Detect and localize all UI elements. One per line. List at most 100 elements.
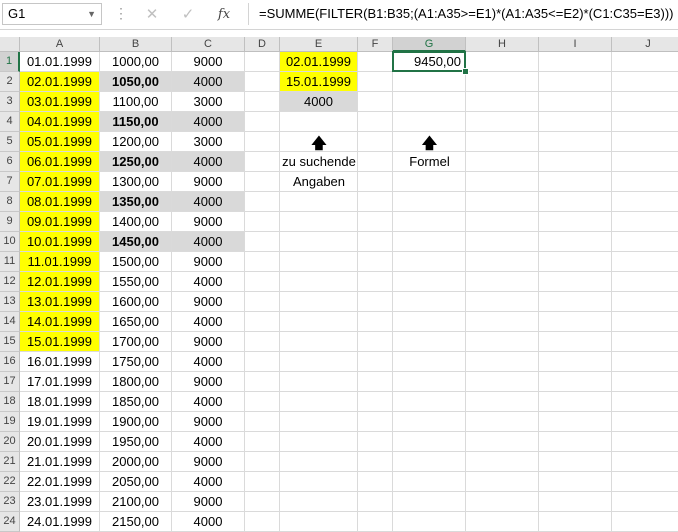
empty-cell[interactable] [466,92,539,112]
empty-cell[interactable] [358,432,393,452]
amount-cell[interactable]: 1900,00 [100,412,172,432]
row-header[interactable]: 14 [0,312,20,332]
empty-cell[interactable] [539,372,612,392]
date-cell[interactable]: 02.01.1999 [20,72,100,92]
row-header[interactable]: 16 [0,352,20,372]
empty-cell[interactable] [245,332,280,352]
empty-cell[interactable] [466,252,539,272]
empty-cell[interactable] [358,252,393,272]
empty-cell[interactable] [612,272,678,292]
empty-cell[interactable] [466,112,539,132]
empty-cell[interactable] [539,332,612,352]
empty-cell[interactable] [245,252,280,272]
empty-cell[interactable] [393,192,466,212]
enter-icon[interactable]: ✓ [176,5,200,25]
empty-cell[interactable] [358,512,393,532]
code-cell[interactable]: 4000 [172,192,245,212]
empty-cell[interactable] [245,52,280,72]
empty-cell[interactable] [280,332,358,352]
empty-cell[interactable] [358,112,393,132]
empty-cell[interactable] [612,492,678,512]
empty-cell[interactable] [358,272,393,292]
empty-cell[interactable] [612,172,678,192]
fill-handle[interactable] [462,68,469,75]
empty-cell[interactable] [245,352,280,372]
column-header-d[interactable]: D [245,37,280,52]
empty-cell[interactable] [358,132,393,152]
code-cell[interactable]: 4000 [172,432,245,452]
empty-cell[interactable] [280,392,358,412]
amount-cell[interactable]: 1050,00 [100,72,172,92]
amount-cell[interactable]: 2150,00 [100,512,172,532]
row-header[interactable]: 4 [0,112,20,132]
empty-cell[interactable] [280,492,358,512]
empty-cell[interactable] [612,92,678,112]
empty-cell[interactable] [393,252,466,272]
empty-cell[interactable] [358,172,393,192]
empty-cell[interactable] [280,452,358,472]
row-header[interactable]: 3 [0,92,20,112]
amount-cell[interactable]: 1400,00 [100,212,172,232]
empty-cell[interactable] [393,352,466,372]
empty-cell[interactable] [539,392,612,412]
empty-cell[interactable] [539,52,612,72]
row-header[interactable]: 8 [0,192,20,212]
code-cell[interactable]: 3000 [172,132,245,152]
empty-cell[interactable] [393,372,466,392]
empty-cell[interactable] [539,172,612,192]
empty-cell[interactable] [245,212,280,232]
empty-cell[interactable] [393,212,466,232]
empty-cell[interactable] [612,112,678,132]
empty-cell[interactable] [466,272,539,292]
amount-cell[interactable]: 1450,00 [100,232,172,252]
amount-cell[interactable]: 1600,00 [100,292,172,312]
date-cell[interactable]: 21.01.1999 [20,452,100,472]
empty-cell[interactable] [358,332,393,352]
row-header[interactable]: 21 [0,452,20,472]
empty-cell[interactable] [358,192,393,212]
cancel-icon[interactable]: ✕ [140,5,164,25]
empty-cell[interactable] [245,132,280,152]
column-header-f[interactable]: F [358,37,393,52]
empty-cell[interactable] [245,492,280,512]
row-header[interactable]: 13 [0,292,20,312]
empty-cell[interactable] [245,432,280,452]
empty-cell[interactable] [466,192,539,212]
empty-cell[interactable] [393,452,466,472]
row-header[interactable]: 7 [0,172,20,192]
empty-cell[interactable] [245,312,280,332]
date-cell[interactable]: 10.01.1999 [20,232,100,252]
empty-cell[interactable] [539,252,612,272]
empty-cell[interactable] [466,512,539,532]
empty-cell[interactable] [539,472,612,492]
empty-cell[interactable] [393,92,466,112]
empty-cell[interactable] [245,512,280,532]
date-cell[interactable]: 18.01.1999 [20,392,100,412]
row-header[interactable]: 12 [0,272,20,292]
empty-cell[interactable] [393,172,466,192]
empty-cell[interactable] [466,432,539,452]
empty-cell[interactable] [612,432,678,452]
column-header-h[interactable]: H [466,37,539,52]
amount-cell[interactable]: 1800,00 [100,372,172,392]
empty-cell[interactable] [393,72,466,92]
code-cell[interactable]: 4000 [172,152,245,172]
empty-cell[interactable] [358,152,393,172]
amount-cell[interactable]: 1250,00 [100,152,172,172]
empty-cell[interactable] [280,252,358,272]
empty-cell[interactable] [358,352,393,372]
code-cell[interactable]: 9000 [172,332,245,352]
empty-cell[interactable] [539,212,612,232]
empty-cell[interactable] [539,272,612,292]
empty-cell[interactable] [245,372,280,392]
column-header-i[interactable]: I [539,37,612,52]
empty-cell[interactable] [393,392,466,412]
empty-cell[interactable] [539,492,612,512]
empty-cell[interactable] [280,232,358,252]
empty-cell[interactable] [393,412,466,432]
column-header-j[interactable]: J [612,37,678,52]
empty-cell[interactable] [612,152,678,172]
empty-cell[interactable] [466,132,539,152]
empty-cell[interactable] [466,312,539,332]
date-cell[interactable]: 23.01.1999 [20,492,100,512]
